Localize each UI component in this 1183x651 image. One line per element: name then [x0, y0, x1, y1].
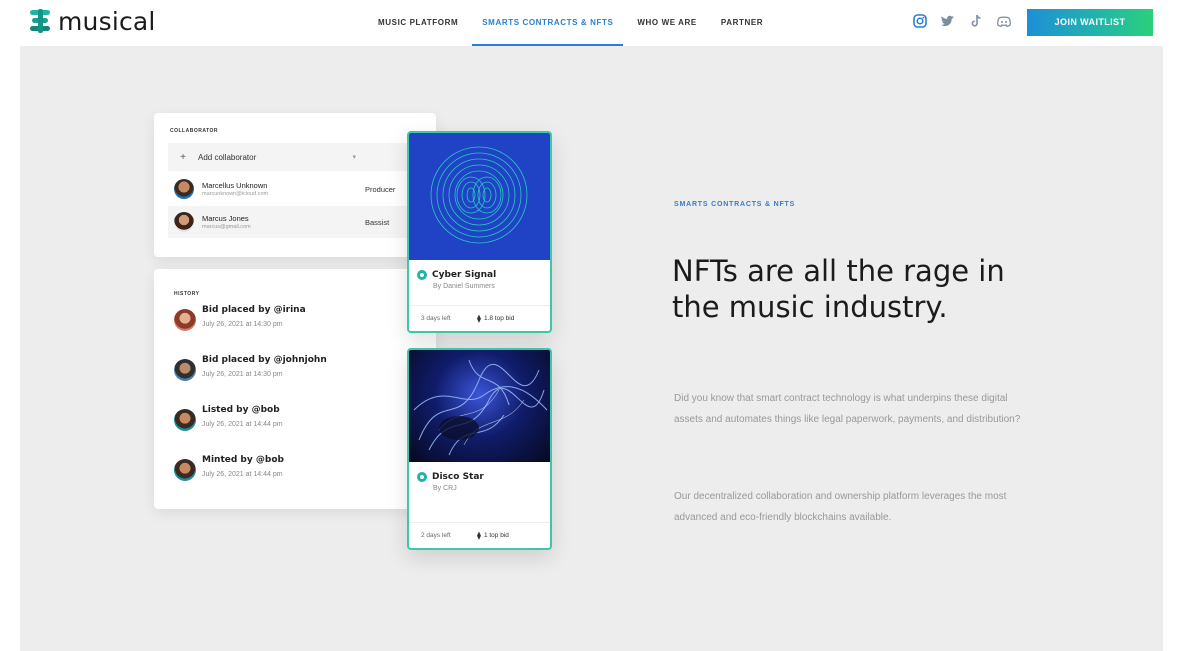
history-card: HISTORY Bid placed by @irina July 26, 20…	[154, 269, 436, 509]
nft-footer: 3 days left ⧫ 1.8 top bid	[409, 305, 550, 331]
nav-who-we-are[interactable]: WHO WE ARE	[625, 0, 708, 46]
history-item: Listed by @bob July 26, 2021 at 14:44 pm	[174, 405, 283, 431]
logo[interactable]: musical	[30, 6, 156, 36]
nft-artwork	[409, 350, 550, 462]
add-collaborator-row[interactable]: + Add collaborator ▾	[168, 143, 418, 171]
twitter-icon[interactable]	[940, 13, 956, 29]
section-headline: NFTs are all the rage in the music indus…	[672, 254, 1005, 324]
collaborator-name: Marcus Jones	[202, 214, 249, 223]
history-item-title: Bid placed by @johnjohn	[202, 355, 327, 365]
history-item-time: July 26, 2021 at 14:44 pm	[202, 471, 283, 478]
collaborator-email: marcus@gmail.com	[202, 224, 251, 230]
instagram-icon[interactable]	[912, 13, 928, 29]
nft-time-left: 2 days left	[421, 532, 451, 539]
add-collaborator-label: Add collaborator	[198, 152, 257, 162]
ethereum-icon: ⧫	[477, 314, 481, 323]
nft-top-bid: 1.8 top bid	[483, 315, 515, 322]
verified-icon	[417, 270, 427, 280]
section-paragraph-1: Did you know that smart contract technol…	[674, 393, 1021, 425]
collaborator-name: Marcellus Unknown	[202, 181, 268, 190]
collaborator-row[interactable]: Marcellus Unknown marcunknown@icloud.com…	[168, 173, 418, 205]
history-item-time: July 26, 2021 at 14:30 pm	[202, 371, 283, 378]
history-item-time: July 26, 2021 at 14:44 pm	[202, 421, 283, 428]
nft-card[interactable]: Cyber Signal By Daniel Summers 3 days le…	[407, 131, 552, 333]
site-header: musical MUSIC PLATFORM SMARTS CONTRACTS …	[0, 0, 1183, 46]
avatar	[174, 409, 196, 431]
social-links	[912, 13, 1012, 29]
nft-artwork	[409, 133, 550, 260]
verified-icon	[417, 472, 427, 482]
nft-title: Cyber Signal	[432, 270, 497, 280]
collaborator-card-title: COLLABORATOR	[170, 128, 219, 134]
history-item-title: Bid placed by @irina	[202, 305, 306, 315]
nav-smart-contracts-nfts[interactable]: SMARTS CONTRACTS & NFTS	[470, 0, 625, 46]
nav-music-platform[interactable]: MUSIC PLATFORM	[366, 0, 470, 46]
main-nav: MUSIC PLATFORM SMARTS CONTRACTS & NFTS W…	[366, 0, 775, 46]
nft-footer: 2 days left ⧫ 1 top bid	[409, 522, 550, 548]
avatar	[174, 309, 196, 331]
logo-text: musical	[58, 6, 156, 36]
plus-icon: +	[180, 151, 186, 163]
history-item: Minted by @bob July 26, 2021 at 14:44 pm	[174, 455, 284, 481]
nft-artist: By CRJ	[433, 485, 457, 492]
history-item: Bid placed by @irina July 26, 2021 at 14…	[174, 305, 306, 331]
history-item-title: Minted by @bob	[202, 455, 284, 465]
chevron-down-icon: ▾	[352, 154, 356, 161]
nav-partner[interactable]: PARTNER	[709, 0, 775, 46]
history-item-time: July 26, 2021 at 14:30 pm	[202, 321, 283, 328]
logo-icon	[30, 9, 52, 33]
nft-time-left: 3 days left	[421, 315, 451, 322]
history-item: Bid placed by @johnjohn July 26, 2021 at…	[174, 355, 327, 381]
section-paragraph-2: Our decentralized collaboration and owne…	[674, 491, 1007, 523]
nft-artist: By Daniel Summers	[433, 283, 495, 290]
join-waitlist-button[interactable]: JOIN WAITLIST	[1027, 9, 1153, 36]
discord-icon[interactable]	[996, 13, 1012, 29]
history-card-title: HISTORY	[174, 291, 200, 297]
nft-top-bid: 1 top bid	[483, 532, 509, 539]
avatar	[174, 359, 196, 381]
avatar	[174, 459, 196, 481]
collaborator-card: COLLABORATOR + Add collaborator ▾ Marcel…	[154, 113, 436, 257]
tiktok-icon[interactable]	[968, 13, 984, 29]
collaborator-role: Producer	[365, 184, 396, 194]
collaborator-email: marcunknown@icloud.com	[202, 191, 269, 197]
collaborator-row[interactable]: Marcus Jones marcus@gmail.com Bassist	[168, 206, 418, 238]
avatar	[174, 179, 194, 199]
nft-card[interactable]: Disco Star By CRJ 2 days left ⧫ 1 top bi…	[407, 348, 552, 550]
avatar	[174, 212, 194, 232]
ethereum-icon: ⧫	[477, 531, 481, 540]
nft-title: Disco Star	[432, 472, 484, 482]
section-eyebrow: SMARTS CONTRACTS & NFTS	[674, 201, 796, 208]
collaborator-role: Bassist	[365, 217, 390, 227]
history-item-title: Listed by @bob	[202, 405, 280, 415]
